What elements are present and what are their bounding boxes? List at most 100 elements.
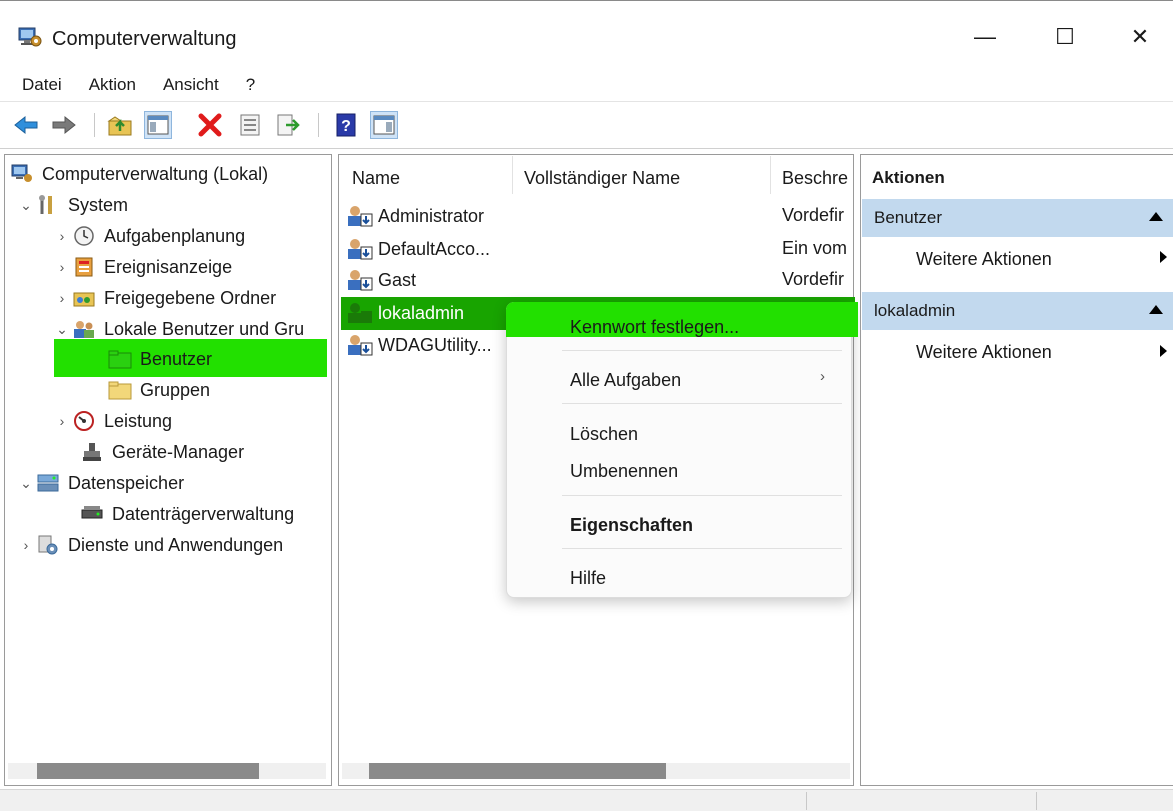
tree-label: Leistung xyxy=(104,410,173,431)
actions-section-benutzer[interactable]: Benutzer xyxy=(862,199,1173,237)
delete-icon[interactable] xyxy=(196,111,224,139)
menu-item-all-tasks[interactable]: Alle Aufgaben xyxy=(570,370,681,391)
user-name: Administrator xyxy=(378,205,485,226)
menu-item-properties[interactable]: Eigenschaften xyxy=(570,515,693,536)
menu-item-set-password[interactable]: Kennwort festlegen... xyxy=(570,317,739,338)
tree-label: Geräte-Manager xyxy=(112,441,245,462)
menu-separator xyxy=(562,495,842,496)
storage-icon xyxy=(36,472,60,494)
export-list-icon[interactable] xyxy=(274,111,302,139)
chevron-right-icon[interactable]: › xyxy=(52,413,72,429)
tree-label: Ereignisanzeige xyxy=(104,256,233,277)
toolbar: ? xyxy=(0,103,1173,149)
column-header-fullname[interactable]: Vollständiger Name xyxy=(524,168,680,189)
chevron-right-icon[interactable]: › xyxy=(52,259,72,275)
help-icon[interactable]: ? xyxy=(332,111,360,139)
collapse-triangle-icon[interactable] xyxy=(1149,305,1163,314)
tree-label: Lokale Benutzer und Gru xyxy=(104,318,305,339)
tree-item-dienste[interactable]: › Dienste und Anwendungen xyxy=(16,530,283,560)
list-item[interactable]: WDAGUtility... xyxy=(346,331,492,359)
chevron-down-icon[interactable]: ⌄ xyxy=(52,321,72,338)
computer-management-icon xyxy=(10,163,34,185)
tree-item-benutzer[interactable]: Benutzer xyxy=(108,344,212,374)
properties-icon[interactable] xyxy=(236,111,264,139)
window-title: Computerverwaltung xyxy=(52,28,237,50)
actions-header: Aktionen xyxy=(862,160,1173,196)
tree-item-geraete-manager[interactable]: Geräte-Manager xyxy=(80,437,244,467)
status-bar xyxy=(0,789,1173,811)
tree-scrollbar-thumb[interactable] xyxy=(37,763,259,779)
column-divider[interactable] xyxy=(770,156,771,194)
action-more-actions[interactable]: Weitere Aktionen xyxy=(916,342,1052,363)
action-more-actions[interactable]: Weitere Aktionen xyxy=(916,249,1052,270)
user-icon xyxy=(348,270,373,291)
show-hide-tree-icon[interactable] xyxy=(144,111,172,139)
tree-label: Datenträgerverwaltung xyxy=(112,503,295,524)
tree-label: Datenspeicher xyxy=(68,472,185,493)
tree-item-datenspeicher[interactable]: ⌄ Datenspeicher xyxy=(16,468,184,498)
tree-item-freigegebene-ordner[interactable]: › Freigegebene Ordner xyxy=(52,283,276,313)
user-name: WDAGUtility... xyxy=(378,334,492,355)
window-top-border xyxy=(0,0,1173,10)
toolbar-separator xyxy=(94,113,95,137)
list-item-selected[interactable]: lokaladmin xyxy=(346,299,464,327)
status-separator xyxy=(806,792,807,810)
clock-icon xyxy=(72,225,96,247)
tree-item-system[interactable]: ⌄ System xyxy=(16,190,128,220)
list-scrollbar-thumb[interactable] xyxy=(369,763,666,779)
menu-ansicht[interactable]: Ansicht xyxy=(163,75,219,95)
menu-help[interactable]: ? xyxy=(246,75,255,95)
menu-item-help[interactable]: Hilfe xyxy=(570,568,606,589)
device-manager-icon xyxy=(80,441,104,463)
chevron-down-icon[interactable]: ⌄ xyxy=(16,197,36,214)
column-header-name[interactable]: Name xyxy=(352,168,400,189)
column-header-description[interactable]: Beschre xyxy=(782,168,852,189)
status-separator xyxy=(1036,792,1037,810)
folder-icon xyxy=(108,348,132,370)
tree-label: Benutzer xyxy=(140,348,213,369)
actions-section-lokaladmin[interactable]: lokaladmin xyxy=(862,292,1173,330)
show-hide-action-pane-icon[interactable] xyxy=(370,111,398,139)
list-item[interactable]: Administrator xyxy=(346,202,484,230)
tree-item-gruppen[interactable]: Gruppen xyxy=(108,375,210,405)
tree-label: Aufgabenplanung xyxy=(104,225,246,246)
submenu-triangle-icon xyxy=(1160,251,1167,263)
column-divider[interactable] xyxy=(512,156,513,194)
chevron-right-icon[interactable]: › xyxy=(16,537,36,553)
tree-item-ereignisanzeige[interactable]: › Ereignisanzeige xyxy=(52,252,232,282)
user-description: Vordefir xyxy=(782,269,845,289)
collapse-triangle-icon[interactable] xyxy=(1149,212,1163,221)
tree-item-lokale-benutzer[interactable]: ⌄ Lokale Benutzer und Gru xyxy=(52,314,304,344)
tree-item-aufgabenplanung[interactable]: › Aufgabenplanung xyxy=(52,221,245,251)
toolbar-separator xyxy=(318,113,319,137)
menu-item-rename[interactable]: Umbenennen xyxy=(570,461,678,482)
chevron-right-icon[interactable]: › xyxy=(52,290,72,306)
back-icon[interactable] xyxy=(12,111,40,139)
chevron-down-icon[interactable]: ⌄ xyxy=(16,475,36,492)
user-name: lokaladmin xyxy=(378,302,465,323)
minimize-button[interactable]: — xyxy=(950,14,1020,60)
chevron-right-icon[interactable]: › xyxy=(52,228,72,244)
list-item[interactable]: DefaultAcco... xyxy=(346,235,490,263)
menu-datei[interactable]: Datei xyxy=(22,75,62,95)
services-icon xyxy=(36,534,60,556)
maximize-button[interactable]: ☐ xyxy=(1030,14,1100,60)
menu-item-delete[interactable]: Löschen xyxy=(570,424,638,445)
menu-aktion[interactable]: Aktion xyxy=(89,75,136,95)
forward-icon[interactable] xyxy=(50,111,78,139)
user-icon xyxy=(348,303,372,323)
tree-item-root[interactable]: Computerverwaltung (Lokal) xyxy=(10,159,268,189)
list-item[interactable]: Gast xyxy=(346,266,416,294)
user-name: Gast xyxy=(378,269,417,290)
close-button[interactable]: ✕ xyxy=(1105,14,1173,60)
tree-item-leistung[interactable]: › Leistung xyxy=(52,406,172,436)
context-menu xyxy=(506,302,852,598)
performance-icon xyxy=(72,410,96,432)
tree-item-datentraegerverwaltung[interactable]: Datenträgerverwaltung xyxy=(80,499,294,529)
user-icon xyxy=(348,206,373,227)
shared-folder-icon xyxy=(72,287,96,309)
menu-separator xyxy=(562,403,842,404)
up-folder-icon[interactable] xyxy=(106,111,134,139)
user-description: Ein vom xyxy=(782,238,848,258)
folder-icon xyxy=(108,379,132,401)
